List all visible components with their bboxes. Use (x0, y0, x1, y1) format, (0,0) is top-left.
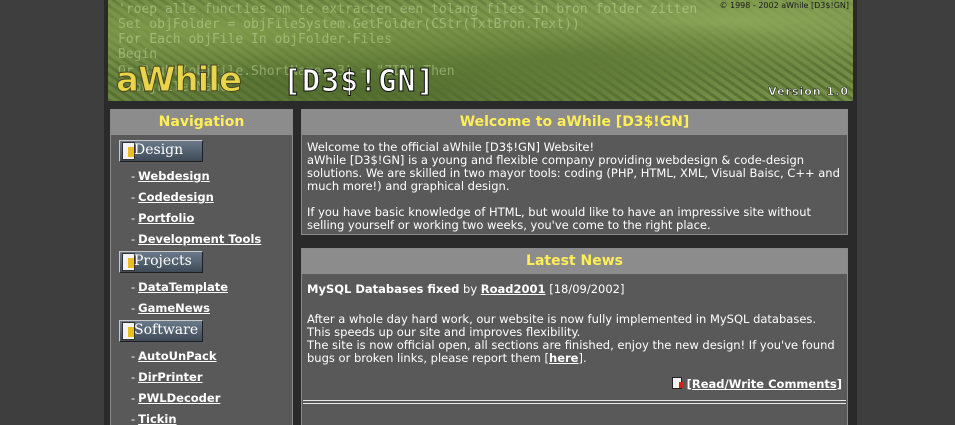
nav-link-tickin[interactable]: Tickin (138, 412, 176, 425)
nav-link-pwldecoder[interactable]: PWLDecoder (138, 391, 220, 405)
nav-item-codedesign: - Codedesign (131, 190, 214, 204)
nav-category-projects: Projects (119, 251, 203, 273)
nav-category-label: Design (134, 142, 184, 158)
nav-category-design: Design (119, 140, 203, 162)
nav-item-pwldecoder: - PWLDecoder (131, 391, 221, 405)
nav-category-label: Software (134, 322, 199, 338)
news-panel: Latest News MySQL Databases fixed by Roa… (301, 248, 848, 425)
nav-link-development-tools[interactable]: Development Tools (138, 232, 261, 246)
banner-code-line: For Each objFile In objFolder.Files (118, 32, 392, 47)
version-label: Version 1.0 (768, 85, 849, 99)
nav-category-label: Projects (134, 253, 192, 269)
news-date: [18/09/2002] (549, 282, 625, 296)
banner-code-line: Set objFolder = objFileSystem.GetFolder(… (118, 17, 580, 32)
nav-item-dirprinter: - DirPrinter (131, 370, 203, 384)
welcome-title: Welcome to aWhile [D3$!GN] (302, 110, 847, 135)
news-body: The site is now official open, all secti… (307, 338, 835, 365)
nav-link-autounpack[interactable]: AutoUnPack (138, 349, 216, 363)
news-body: After a whole day hard work, our website… (307, 312, 817, 339)
welcome-panel: Welcome to aWhile [D3$!GN] Welcome to th… (301, 109, 848, 235)
welcome-line: aWhile [D3$!GN] is a young and flexible … (307, 153, 840, 193)
nav-category-software: Software (119, 320, 203, 342)
site-logo-design: [D3$!GN] (283, 64, 436, 100)
nav-link-portfolio[interactable]: Portfolio (138, 211, 194, 225)
read-write-comments-link[interactable]: [Read/Write Comments] (687, 377, 842, 391)
nav-item-webdesign: - Webdesign (131, 169, 210, 183)
news-panel-title: Latest News (302, 249, 847, 274)
comment-icon (671, 377, 684, 389)
news-item: MySQL Databases fixed by Road2001 [18/09… (302, 274, 847, 391)
nav-item-gamenews: - GameNews (131, 301, 211, 315)
comments-row: [Read/Write Comments] (307, 377, 842, 391)
navigation-title: Navigation (111, 110, 292, 135)
nav-item-autounpack: - AutoUnPack (131, 349, 217, 363)
report-here-link[interactable]: here (549, 351, 578, 365)
header-banner: 'roep alle functies om te extracten een … (108, 0, 853, 101)
nav-item-portfolio: - Portfolio (131, 211, 195, 225)
news-by: by (463, 282, 478, 296)
site-logo: aWhile (115, 60, 242, 101)
nav-item-development-tools: - Development Tools (131, 232, 262, 246)
nav-link-datatemplate[interactable]: DataTemplate (138, 280, 228, 294)
banner-code-line: 'roep alle functies om te extracten een … (118, 2, 698, 17)
nav-item-tickin: - Tickin (131, 412, 177, 425)
nav-link-gamenews[interactable]: GameNews (138, 301, 210, 315)
welcome-line: If you have basic knowledge of HTML, but… (307, 205, 811, 232)
nav-link-dirprinter[interactable]: DirPrinter (138, 370, 202, 384)
welcome-body: Welcome to the official aWhile [D3$!GN] … (302, 135, 847, 232)
copyright-text: © 1998 - 2002 aWhile [D3$!GN] (719, 1, 849, 10)
news-item-title: MySQL Databases fixed (307, 282, 460, 296)
news-heading: MySQL Databases fixed by Road2001 [18/09… (307, 283, 842, 296)
navigation-panel: Navigation Design - Webdesign - Codedesign… (110, 109, 293, 425)
nav-link-webdesign[interactable]: Webdesign (138, 169, 210, 183)
nav-link-codedesign[interactable]: Codedesign (138, 190, 214, 204)
news-author-link[interactable]: Road2001 (481, 282, 546, 296)
nav-item-datatemplate: - DataTemplate (131, 280, 229, 294)
news-separator (303, 400, 846, 404)
